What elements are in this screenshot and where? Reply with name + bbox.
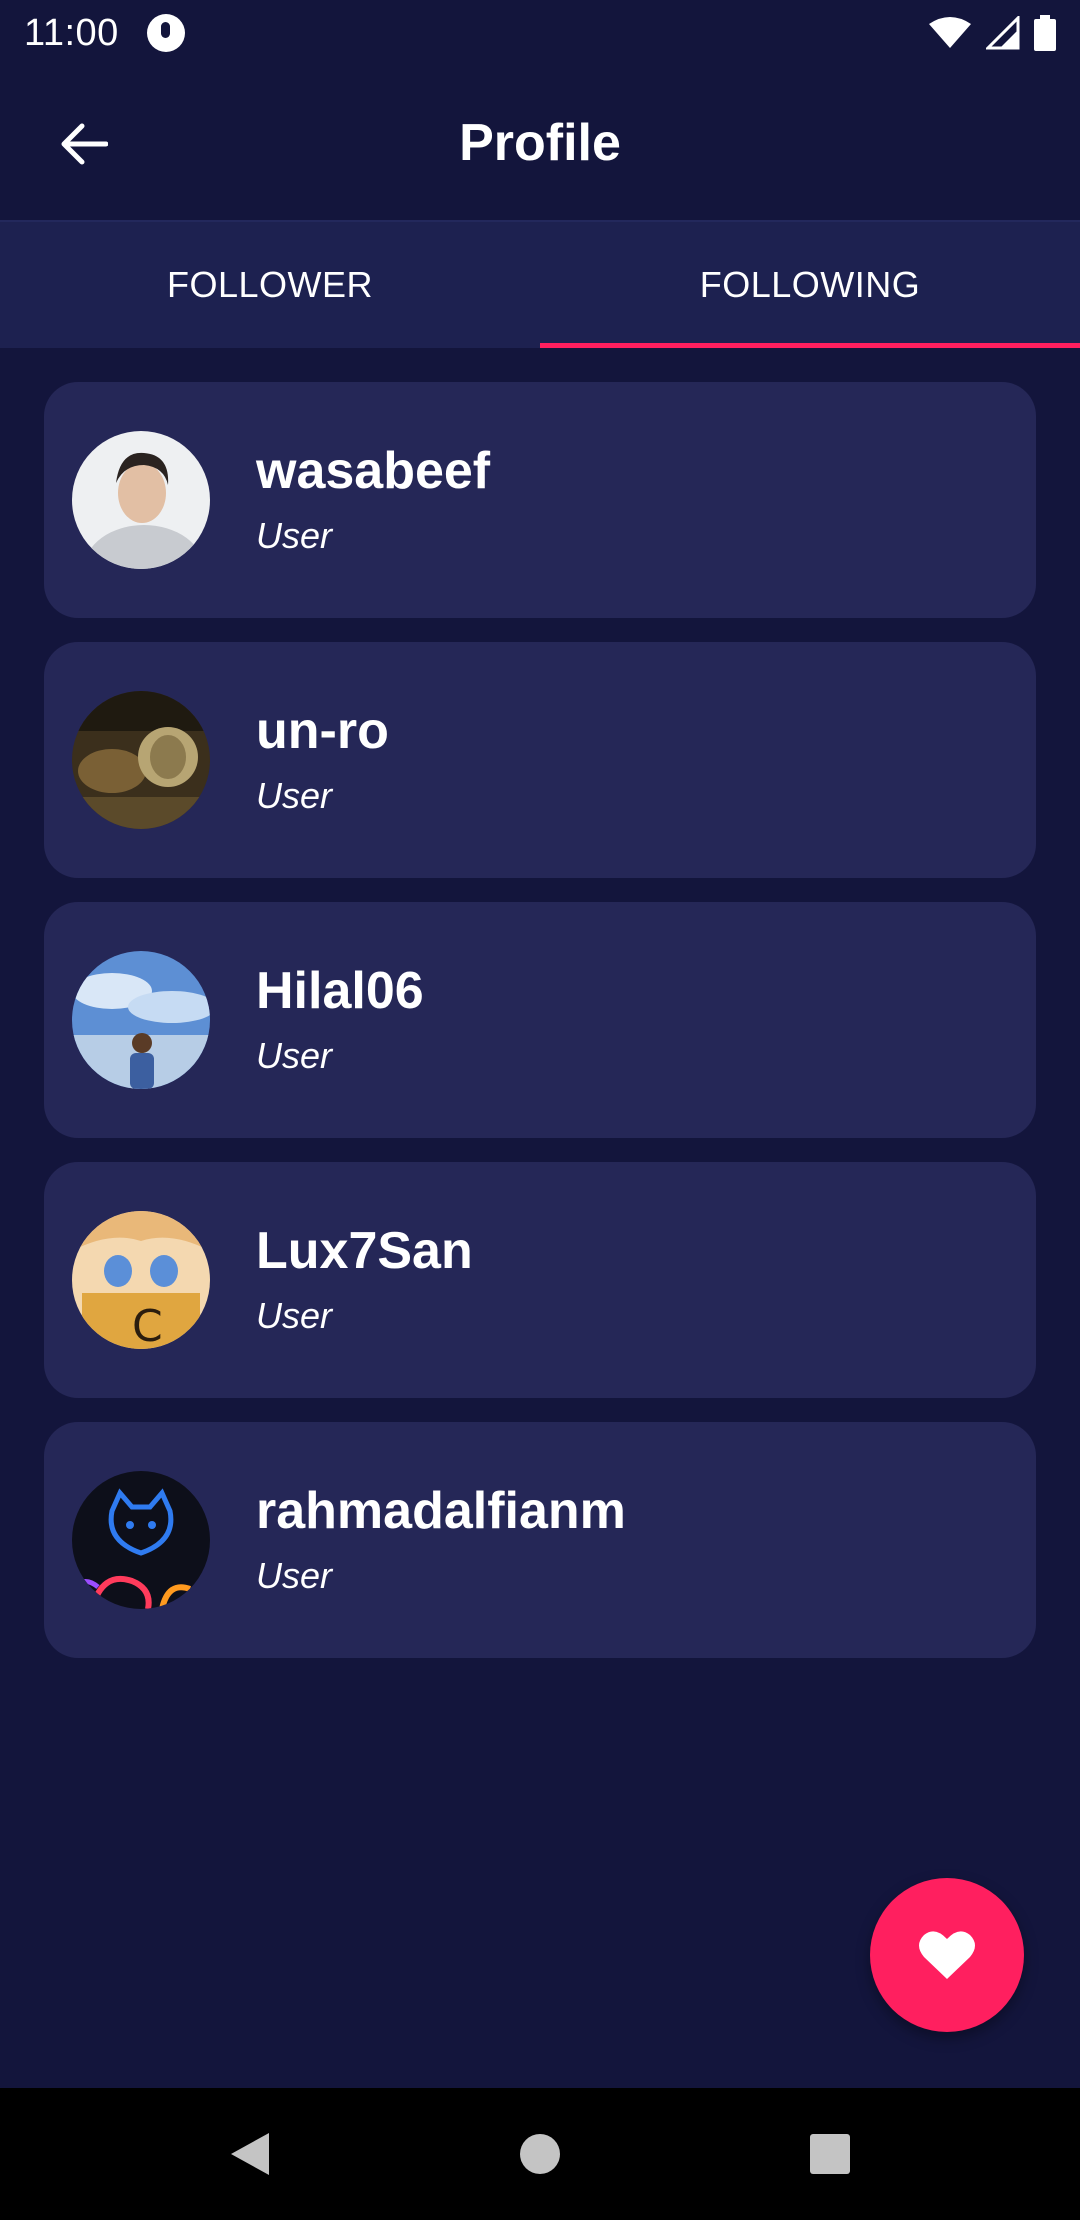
user-text: Hilal06 User bbox=[256, 963, 424, 1076]
user-role: User bbox=[256, 1554, 333, 1596]
status-time: 11:00 bbox=[24, 11, 119, 54]
username: un-ro bbox=[256, 702, 389, 761]
username: rahmadalfianm bbox=[256, 1482, 626, 1541]
user-role: User bbox=[256, 774, 333, 816]
wifi-icon bbox=[929, 17, 971, 48]
user-role: User bbox=[256, 1034, 333, 1076]
system-nav-bar bbox=[0, 2088, 1080, 2220]
list-item[interactable]: rahmadalfianm User bbox=[44, 1422, 1036, 1658]
arrow-left-icon bbox=[61, 123, 108, 165]
user-text: wasabeef User bbox=[256, 443, 490, 556]
avatar bbox=[72, 951, 210, 1089]
user-text: rahmadalfianm User bbox=[256, 1483, 626, 1596]
signal-icon bbox=[986, 16, 1020, 50]
user-text: Lux7San User bbox=[256, 1223, 473, 1336]
favorite-fab-button[interactable] bbox=[870, 1878, 1024, 2032]
status-bar: 11:00 bbox=[0, 0, 1080, 66]
back-button[interactable] bbox=[52, 112, 116, 176]
status-right bbox=[928, 15, 1056, 51]
username: wasabeef bbox=[256, 442, 491, 501]
following-list: wasabeef User un-ro User Hilal06 User C … bbox=[44, 382, 1036, 1658]
list-item[interactable]: un-ro User bbox=[44, 642, 1036, 878]
user-role: User bbox=[256, 514, 333, 556]
battery-icon bbox=[1034, 15, 1056, 51]
back-triangle-icon bbox=[231, 2133, 269, 2175]
page-title: Profile bbox=[459, 114, 621, 172]
tab-follower[interactable]: FOLLOWER bbox=[0, 222, 540, 348]
app-bar: Profile bbox=[0, 66, 1080, 220]
avatar bbox=[72, 691, 210, 829]
status-left: 11:00 bbox=[24, 12, 185, 55]
user-role: User bbox=[256, 1294, 333, 1336]
list-item[interactable]: wasabeef User bbox=[44, 382, 1036, 618]
list-item[interactable]: C Lux7San User bbox=[44, 1162, 1036, 1398]
username: Lux7San bbox=[256, 1222, 473, 1281]
tab-bar: FOLLOWER FOLLOWING bbox=[0, 220, 1080, 348]
home-circle-icon bbox=[520, 2134, 560, 2174]
notification-icon bbox=[146, 14, 185, 52]
username: Hilal06 bbox=[256, 962, 424, 1021]
tab-following[interactable]: FOLLOWING bbox=[540, 222, 1080, 348]
nav-home-button[interactable] bbox=[515, 2129, 565, 2179]
list-item[interactable]: Hilal06 User bbox=[44, 902, 1036, 1138]
avatar: C bbox=[72, 1211, 210, 1349]
svg-text:C: C bbox=[132, 1301, 163, 1349]
avatar bbox=[72, 431, 210, 569]
nav-back-button[interactable] bbox=[225, 2129, 275, 2179]
user-text: un-ro User bbox=[256, 703, 389, 816]
avatar bbox=[72, 1471, 210, 1609]
heart-icon bbox=[919, 1931, 975, 1979]
recents-square-icon bbox=[810, 2134, 850, 2174]
nav-recents-button[interactable] bbox=[805, 2129, 855, 2179]
